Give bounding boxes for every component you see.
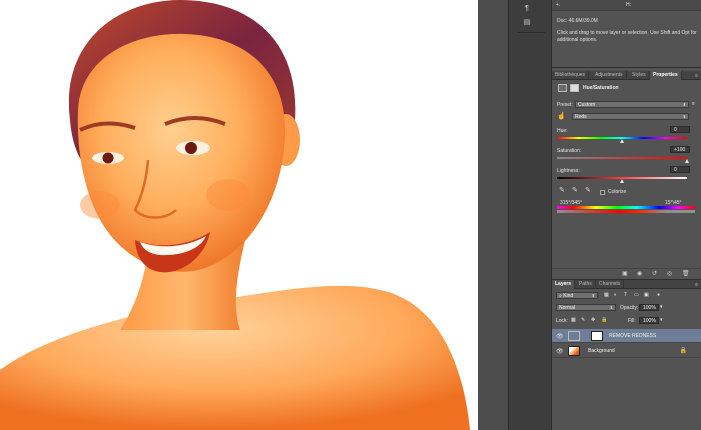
adjusted-range-bar[interactable] (557, 210, 695, 213)
filter-shape-icon[interactable]: ▭ (634, 292, 639, 298)
preset-value: Custom (578, 102, 596, 108)
properties-title: Hue/Saturation (583, 85, 619, 91)
eye-icon[interactable]: 👁 (556, 333, 564, 340)
saturation-label: Saturation: (557, 148, 582, 154)
properties-panel: Bibliothèques Adjustments Styles Propert… (552, 71, 701, 277)
filter-toggle-icon[interactable]: ● (657, 292, 660, 298)
tab-channels[interactable]: Channels (596, 280, 625, 289)
lightness-input[interactable]: 0 (670, 166, 690, 173)
filter-smart-icon[interactable]: ▣ (644, 292, 649, 298)
lock-all-icon[interactable]: 🔒 (601, 317, 607, 323)
lightness-slider-thumb[interactable] (619, 179, 624, 183)
adjustment-thumbnail (568, 331, 580, 341)
color-range-bar (557, 206, 695, 209)
lock-pixels-icon[interactable]: ✎ (581, 317, 585, 323)
tool-strip: ¶ ▤ (508, 0, 552, 430)
background-thumbnail (568, 346, 580, 356)
right-panels: +. H: Doc: 46.6M/39.0M Click and drag to… (552, 0, 701, 430)
info-hint-text: Click and drag to move layer or selectio… (557, 30, 697, 43)
preset-options-icon[interactable]: ≡ (692, 101, 695, 107)
info-xy-label: +. (556, 2, 561, 8)
fill-label: Fill: (628, 318, 636, 324)
visibility-icon[interactable]: ◎ (667, 270, 672, 277)
hue-slider-thumb[interactable] (619, 139, 624, 143)
tab-properties[interactable]: Properties (650, 71, 682, 80)
eyedropper-icon[interactable]: ✎ (559, 186, 565, 194)
paragraph-icon[interactable]: ¶ (522, 4, 532, 14)
eyedropper-plus-icon[interactable]: ✎ (572, 186, 578, 194)
blend-mode-select[interactable]: Normal ⬍ (556, 304, 616, 311)
opacity-label: Opacity: (620, 305, 639, 311)
fill-dropdown-icon[interactable]: ▾ (660, 317, 663, 323)
filter-adjustment-icon[interactable]: ◐ (614, 292, 617, 298)
blend-mode-value: Normal (559, 305, 576, 311)
layer-name: Background (588, 348, 615, 354)
saturation-slider-track[interactable] (557, 157, 687, 159)
tool-divider (517, 32, 545, 33)
colorize-checkbox[interactable] (600, 190, 605, 195)
lock-icon[interactable]: 🔒 (680, 347, 687, 354)
opacity-dropdown-icon[interactable]: ▾ (660, 304, 663, 310)
eye-icon[interactable]: 👁 (556, 348, 564, 355)
tab-libraries[interactable]: Bibliothèques (552, 71, 590, 80)
layers-tabbar: Layers Paths Channels ≡ (552, 280, 701, 289)
filter-type-icon[interactable]: T (624, 292, 627, 298)
pasteboard (478, 0, 508, 430)
saturation-slider-thumb[interactable] (684, 159, 689, 163)
filter-pixel-icon[interactable]: ▦ (604, 292, 609, 298)
tab-adjustments[interactable]: Adjustments (592, 71, 627, 80)
info-panel: +. H: Doc: 46.6M/39.0M Click and drag to… (552, 0, 701, 68)
channel-select[interactable]: Reds ⬍ (572, 113, 689, 120)
character-icon[interactable]: ▤ (522, 18, 532, 28)
mask-icon[interactable] (570, 84, 579, 92)
document-canvas[interactable] (0, 0, 478, 430)
view-previous-icon[interactable]: ◉ (637, 270, 642, 277)
panel-menu-icon[interactable]: ≡ (695, 282, 698, 288)
layer-row-remove-redness[interactable]: 👁 REMOVE REDNESS (552, 329, 701, 343)
fill-input[interactable]: 100% (639, 317, 659, 324)
preset-select[interactable]: Custom ⬍ (575, 101, 689, 108)
lock-position-icon[interactable]: ✥ (591, 317, 595, 323)
lock-transparent-icon[interactable]: ▦ (571, 317, 576, 323)
hue-label: Hue: (557, 128, 568, 134)
preset-label: Preset: (557, 102, 573, 108)
properties-footer: ▣ ◉ ↺ ◎ 🗑 (552, 268, 701, 277)
chevron-updown-icon: ⬍ (682, 102, 686, 107)
doc-size-text: Doc: 46.6M/39.0M (557, 18, 598, 24)
filter-kind-value: Kind (563, 293, 574, 299)
panel-menu-icon[interactable]: ≡ (695, 73, 698, 79)
chevron-updown-icon: ⬍ (591, 293, 595, 298)
layers-panel: Layers Paths Channels ≡ ⌕ Kind ⬍ ▦ ◐ T ▭… (552, 279, 701, 430)
info-header: +. H: (552, 0, 701, 11)
mask-thumbnail[interactable] (591, 331, 603, 341)
chevron-updown-icon: ⬍ (609, 305, 613, 310)
clip-to-layer-icon[interactable]: ▣ (622, 270, 628, 277)
layer-name: REMOVE REDNESS (609, 333, 657, 339)
tab-layers[interactable]: Layers (552, 280, 576, 289)
layer-filter-select[interactable]: ⌕ Kind ⬍ (556, 292, 598, 299)
opacity-input[interactable]: 100% (639, 304, 659, 311)
layer-row-background[interactable]: 👁 Background 🔒 (552, 344, 701, 358)
chevron-updown-icon: ⬍ (682, 114, 686, 119)
channel-value: Reds (575, 114, 587, 120)
eyedropper-minus-icon[interactable]: ✎ (585, 186, 591, 194)
tab-styles[interactable]: Styles (629, 71, 650, 80)
portrait-image (0, 0, 470, 430)
adjustment-layer-icon (558, 84, 567, 92)
colorize-label: Colorize (608, 189, 627, 195)
lock-label: Lock: (556, 318, 568, 324)
tab-paths[interactable]: Paths (576, 280, 596, 289)
hand-adjust-icon[interactable]: ☝ (557, 112, 566, 120)
hue-input[interactable]: 0 (670, 126, 690, 133)
saturation-input[interactable]: +100 (670, 146, 690, 153)
properties-tabbar: Bibliothèques Adjustments Styles Propert… (552, 71, 701, 80)
trash-icon[interactable]: 🗑 (682, 270, 690, 277)
info-h-label: H: (626, 2, 631, 8)
reset-icon[interactable]: ↺ (652, 270, 657, 277)
lightness-label: Lightness: (557, 168, 580, 174)
